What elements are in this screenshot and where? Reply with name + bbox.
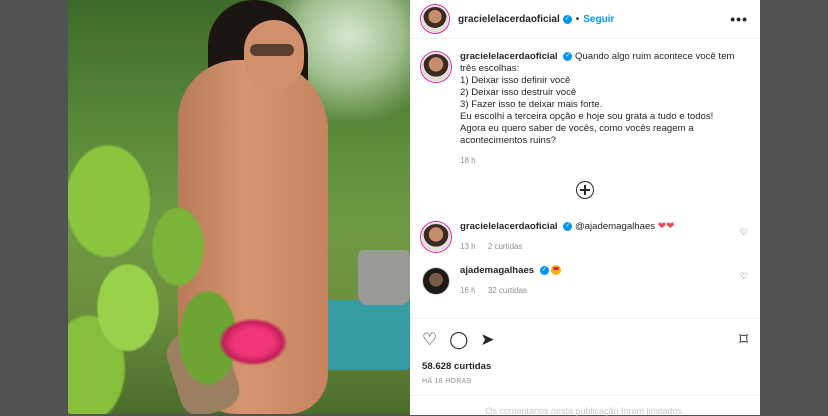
action-bar: ♡ ◯ ➤ ⌑ [410, 319, 760, 351]
caption-meta: 18 h [460, 155, 738, 167]
caption-line: 2) Deixar isso destruir você [460, 87, 577, 98]
heart-emoji: ❤❤ [657, 221, 675, 232]
post-timestamp[interactable]: HÁ 18 HORAS [410, 372, 760, 385]
comment-meta: 13 h 2 curtidas [460, 241, 738, 253]
comments-list[interactable]: gracielelacerdaoficial ✓ Quando algo rui… [410, 39, 760, 318]
photo-glasses [250, 44, 294, 56]
comment-likes[interactable]: 2 curtidas [488, 242, 523, 251]
more-options-icon[interactable]: ••• [730, 11, 748, 27]
load-more-comments[interactable] [410, 181, 760, 199]
post-photo[interactable] [68, 0, 410, 414]
post-header: gracielelacerdaoficial ✓ • Seguir ••• [410, 0, 760, 39]
verified-icon: ✓ [539, 265, 549, 275]
comment-like-icon[interactable]: ♡ [740, 227, 748, 238]
verified-icon: ✓ [563, 221, 573, 231]
verified-icon: ✓ [563, 51, 573, 61]
caption-avatar[interactable] [422, 53, 450, 81]
comment-item: ajademagalhaes ✓ 16 h 32 curtidas ♡ [410, 253, 760, 297]
comment-text: gracielelacerdaoficial ✓ @ajademagalhaes… [460, 221, 738, 253]
comment-likes[interactable]: 32 curtidas [488, 286, 527, 295]
caption-time[interactable]: 18 h [460, 156, 476, 165]
like-icon[interactable]: ♡ [422, 331, 437, 349]
caption-line: 1) Deixar isso definir você [460, 75, 571, 86]
post-modal: gracielelacerdaoficial ✓ • Seguir ••• gr… [68, 0, 760, 416]
comment-username[interactable]: ajademagalhaes [460, 265, 534, 276]
author-avatar[interactable] [422, 6, 448, 32]
comment-like-icon[interactable]: ♡ [740, 271, 748, 282]
photo-pot [358, 250, 410, 305]
comment-avatar[interactable] [422, 223, 450, 251]
comment-text: ajademagalhaes ✓ 16 h 32 curtidas [460, 265, 738, 297]
comment-meta: 16 h 32 curtidas [460, 285, 738, 297]
comment-avatar[interactable] [422, 267, 450, 295]
comment-icon[interactable]: ◯ [449, 331, 468, 349]
photo-flower [218, 318, 288, 366]
comment-username[interactable]: gracielelacerdaoficial [460, 221, 558, 232]
comment-time[interactable]: 13 h [460, 242, 476, 251]
author-username[interactable]: gracielelacerdaoficial [458, 14, 560, 25]
photo-pool [318, 300, 410, 370]
comment-mention[interactable]: @ajademagalhaes [575, 221, 655, 232]
comment-item: gracielelacerdaoficial ✓ @ajademagalhaes… [410, 209, 760, 253]
caption-text: gracielelacerdaoficial ✓ Quando algo rui… [460, 51, 738, 167]
caption-line: 3) Fazer isso te deixar mais forte. [460, 99, 603, 110]
comments-limited-notice: Os comentários nesta publicação foram li… [410, 395, 760, 416]
follow-button[interactable]: Seguir [583, 14, 614, 25]
share-icon[interactable]: ➤ [480, 331, 494, 349]
caption: gracielelacerdaoficial ✓ Quando algo rui… [410, 39, 760, 167]
plus-circle-icon[interactable] [576, 181, 594, 199]
save-bookmark-icon[interactable]: ⌑ [739, 331, 748, 349]
star-struck-emoji [551, 265, 562, 276]
verified-icon: ✓ [562, 14, 572, 24]
caption-line: Agora eu quero saber de vocês, como você… [460, 123, 694, 146]
photo-leaves [68, 110, 268, 414]
separator-dot: • [575, 13, 580, 25]
caption-username[interactable]: gracielelacerdaoficial [460, 51, 558, 62]
comment-time[interactable]: 16 h [460, 286, 476, 295]
post-panel: gracielelacerdaoficial ✓ • Seguir ••• gr… [410, 0, 760, 416]
likes-count[interactable]: 58.628 curtidas [410, 351, 760, 372]
post-footer: ♡ ◯ ➤ ⌑ 58.628 curtidas HÁ 18 HORAS Os c… [410, 318, 760, 416]
caption-line: Eu escolhi a terceira opção e hoje sou g… [460, 111, 714, 122]
